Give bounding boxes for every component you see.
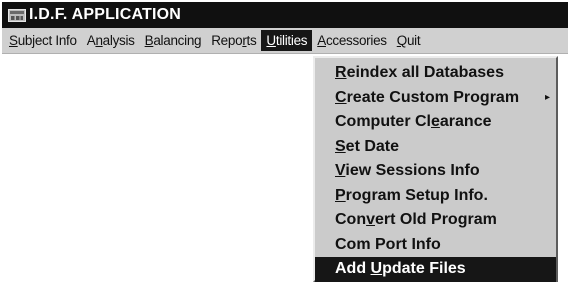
menu-item-set-date[interactable]: Set Date — [315, 135, 556, 160]
menu-item-view-sessions-info[interactable]: View Sessions Info — [315, 159, 556, 184]
menu-balancing[interactable]: Balancing — [140, 30, 207, 51]
menu-bar: Subject Info Analysis Balancing Reports … — [2, 28, 568, 54]
menu-item-add-update-files[interactable]: Add Update Files — [315, 257, 556, 282]
menu-item-create-custom-program[interactable]: Create Custom Program ▸ — [315, 86, 556, 111]
app-window-icon[interactable] — [8, 8, 26, 22]
submenu-arrow-icon: ▸ — [544, 91, 550, 103]
menu-item-com-port-info[interactable]: Com Port Info — [315, 233, 556, 258]
menu-analysis[interactable]: Analysis — [82, 30, 140, 51]
utilities-dropdown-menu: Reindex all Databases Create Custom Prog… — [313, 56, 558, 282]
menu-quit[interactable]: Quit — [392, 30, 426, 51]
menu-item-reindex-all-databases[interactable]: Reindex all Databases — [315, 61, 556, 86]
window-title: I.D.F. APPLICATION — [29, 6, 182, 23]
menu-subject-info[interactable]: Subject Info — [4, 30, 82, 51]
title-bar[interactable]: I.D.F. APPLICATION — [2, 2, 568, 28]
menu-accessories[interactable]: Accessories — [312, 30, 392, 51]
menu-reports[interactable]: Reports — [206, 30, 261, 51]
menu-item-convert-old-program[interactable]: Convert Old Program — [315, 208, 556, 233]
menu-item-computer-clearance[interactable]: Computer Clearance — [315, 110, 556, 135]
menu-utilities[interactable]: Utilities — [261, 30, 313, 51]
menu-item-program-setup-info[interactable]: Program Setup Info. — [315, 184, 556, 209]
